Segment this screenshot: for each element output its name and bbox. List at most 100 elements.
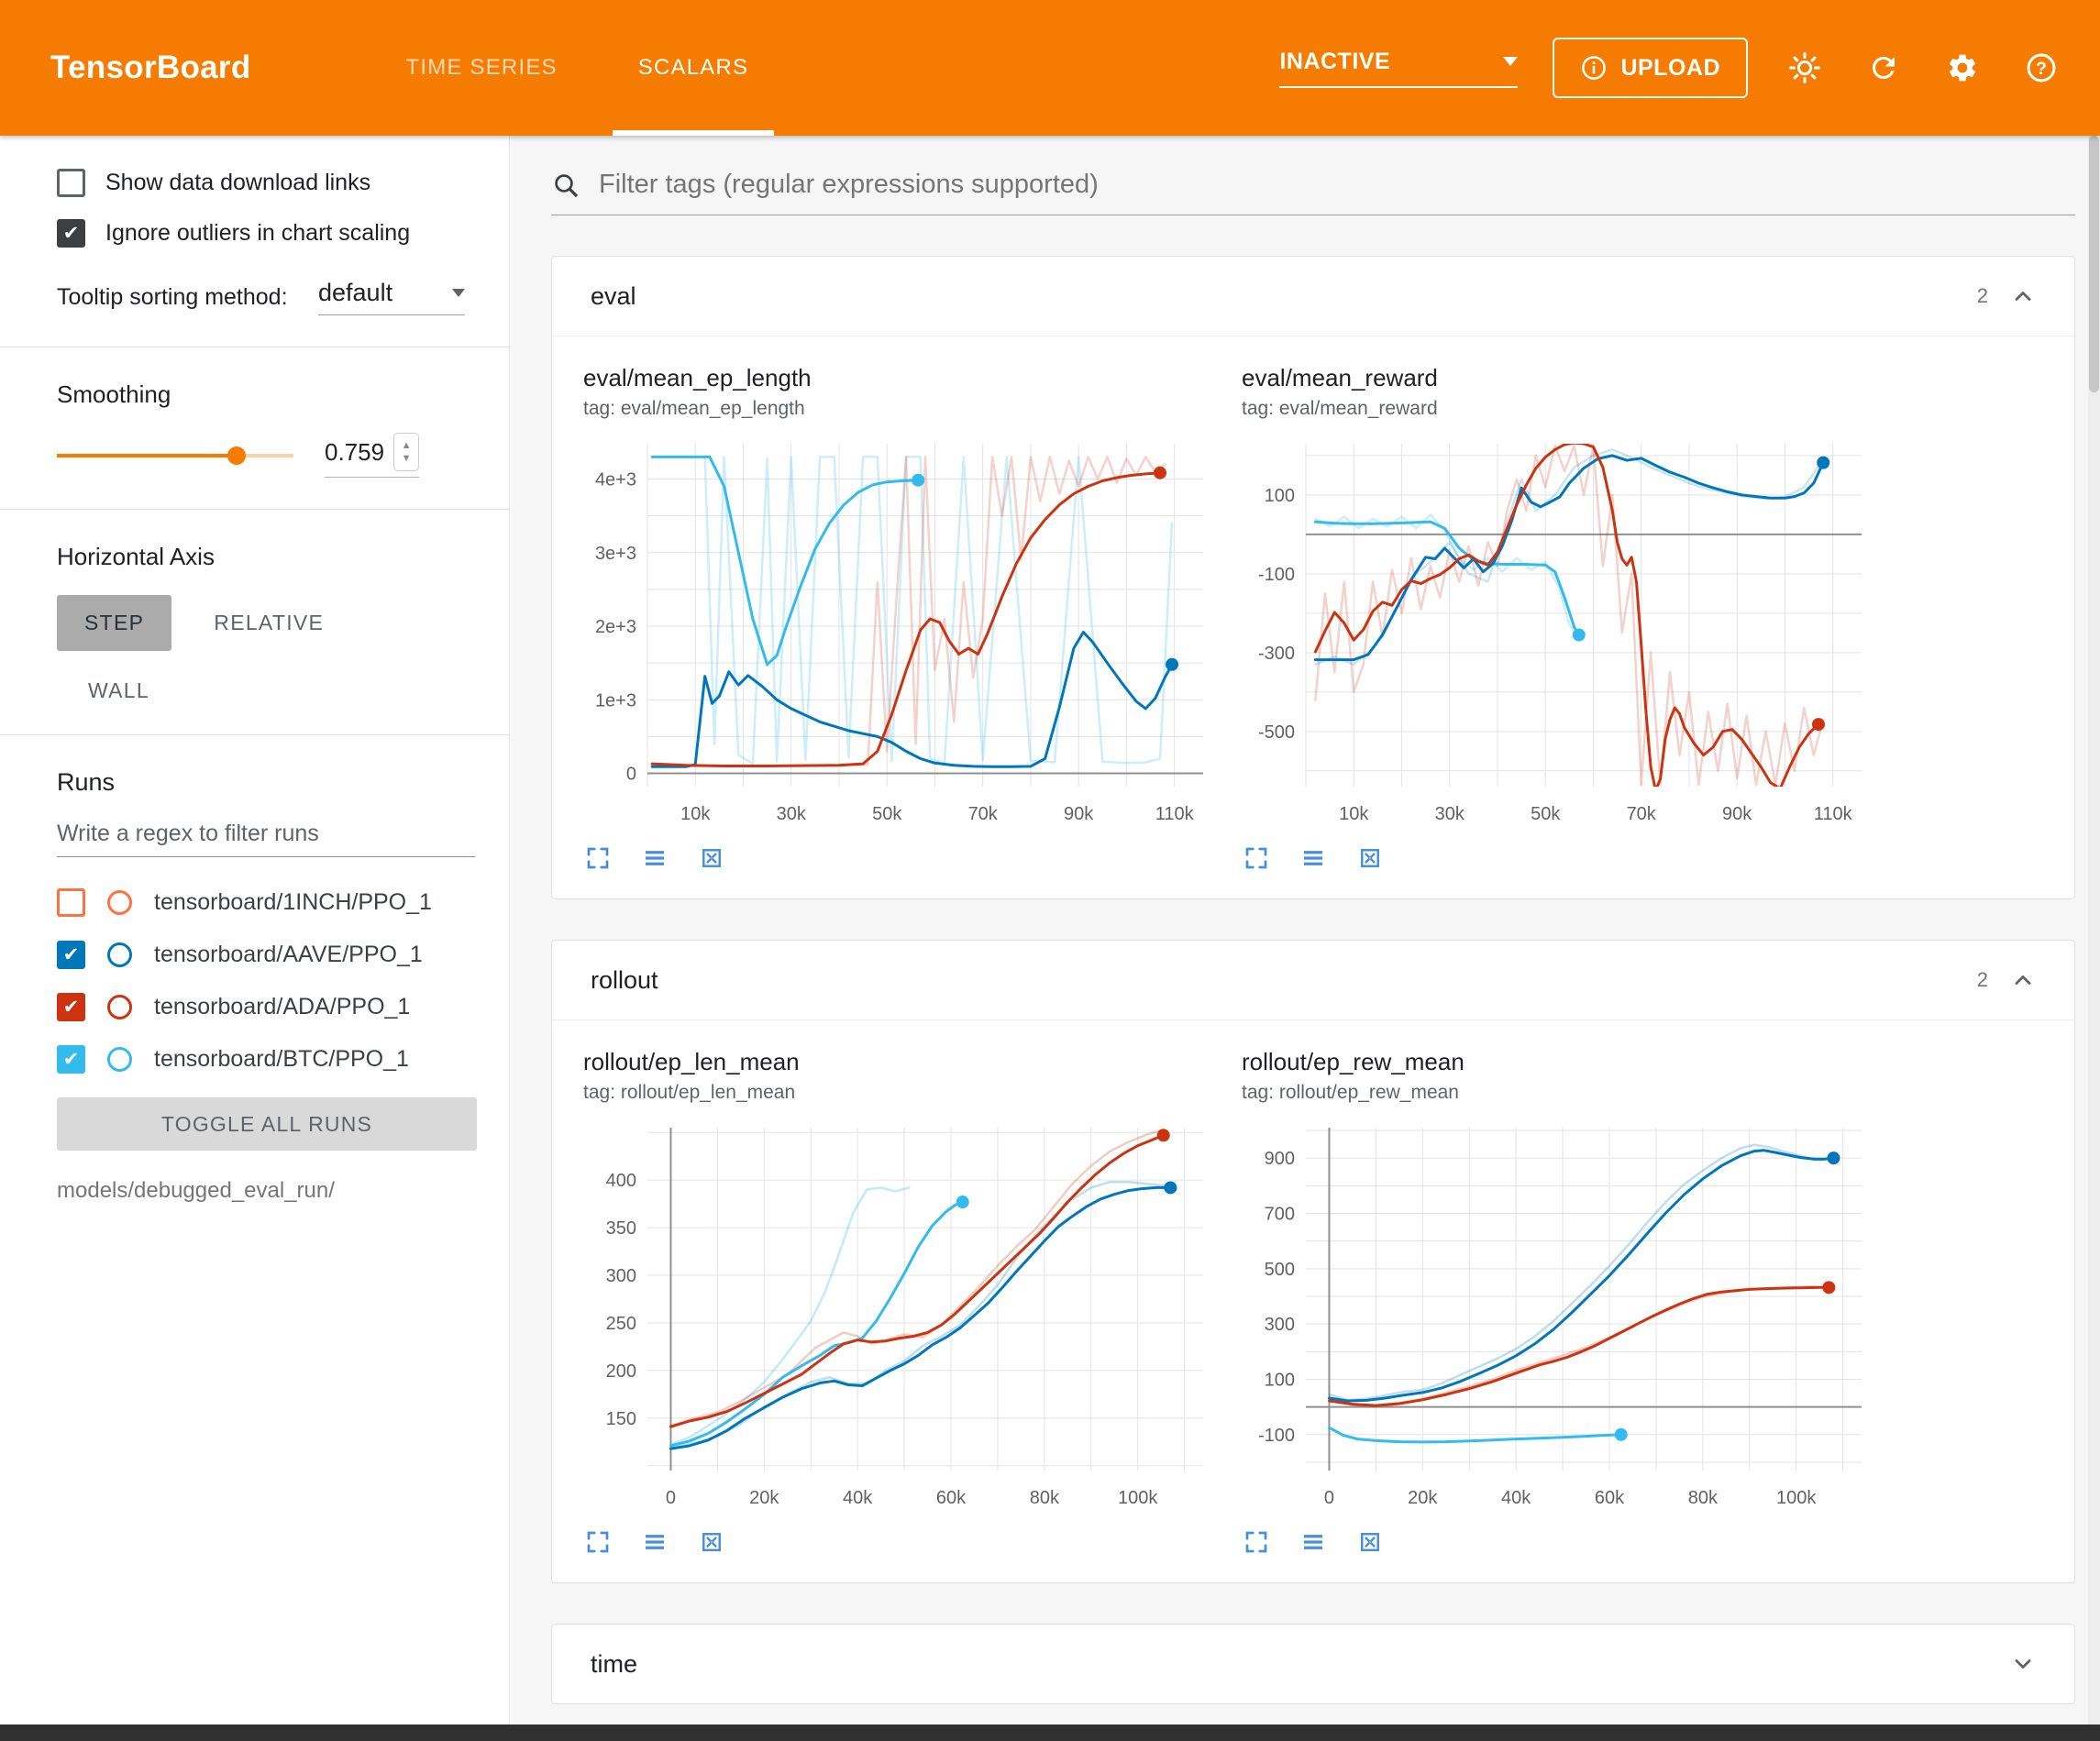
expand-chart-button[interactable] [1242, 1527, 1271, 1557]
runs-block: Runs tensorboard/1INCH/PPO_1 tensorboard… [0, 735, 509, 1235]
chart-toolbar [1242, 1527, 1874, 1557]
run-checkbox[interactable] [57, 888, 85, 917]
svg-text:20k: 20k [749, 1488, 779, 1508]
svg-text:40k: 40k [1501, 1488, 1531, 1508]
app-header: TensorBoard TIME SERIES SCALARS INACTIVE… [0, 0, 2100, 136]
view-data-button[interactable] [1299, 843, 1328, 873]
section-rollout-header[interactable]: rollout 2 [552, 941, 2074, 1019]
step-down-icon[interactable]: ▼ [402, 452, 412, 465]
svg-text:90k: 90k [1722, 804, 1752, 824]
chart-title: eval/mean_reward [1242, 364, 1874, 392]
view-data-button[interactable] [640, 1527, 669, 1557]
fit-domain-button[interactable] [697, 1527, 726, 1557]
view-data-button[interactable] [1299, 1527, 1328, 1557]
toggle-all-runs-button[interactable]: TOGGLE ALL RUNS [57, 1097, 477, 1151]
smoothing-slider[interactable] [57, 439, 293, 472]
runs-filter-input[interactable] [57, 821, 475, 857]
chart-canvas[interactable]: 10k30k50k70k90k110k100-100-300-500 [1232, 429, 1874, 832]
svg-text:10k: 10k [1339, 804, 1369, 824]
run-color-swatch[interactable] [107, 995, 132, 1019]
slider-thumb[interactable] [227, 446, 246, 465]
fit-domain-button[interactable] [1355, 1527, 1385, 1557]
wall-axis-button[interactable]: WALL [88, 678, 149, 703]
run-color-swatch[interactable] [107, 890, 132, 915]
chart-canvas[interactable]: 10k30k50k70k90k110k01e+32e+33e+34e+3 [574, 429, 1216, 832]
data-table-icon [1299, 1528, 1327, 1556]
settings-button[interactable] [1940, 46, 1984, 90]
section-eval-header[interactable]: eval 2 [552, 257, 2074, 336]
run-checkbox[interactable] [57, 941, 85, 969]
info-icon [1580, 54, 1608, 82]
data-table-icon [1299, 844, 1327, 872]
svg-text:60k: 60k [936, 1488, 967, 1508]
svg-text:250: 250 [606, 1314, 636, 1334]
expand-icon [1243, 1528, 1270, 1556]
header-actions: INACTIVE UPLOAD [1279, 0, 2063, 136]
section-time-header[interactable]: time [552, 1625, 2074, 1703]
help-button[interactable]: ? [2019, 46, 2063, 90]
run-checkbox[interactable] [57, 1045, 85, 1074]
run-color-swatch[interactable] [107, 1047, 132, 1072]
expand-icon [1243, 844, 1270, 872]
svg-text:3e+3: 3e+3 [595, 544, 636, 564]
scrollbar[interactable] [2088, 136, 2100, 1724]
run-row-1inch[interactable]: tensorboard/1INCH/PPO_1 [57, 888, 472, 917]
scrollbar-thumb[interactable] [2089, 136, 2099, 392]
step-up-icon[interactable]: ▲ [402, 439, 412, 452]
tensorboard-app: TensorBoard TIME SERIES SCALARS INACTIVE… [0, 0, 2100, 1741]
step-axis-button[interactable]: STEP [57, 595, 171, 651]
smoothing-value: 0.759 [325, 438, 384, 467]
expand-icon [584, 1528, 612, 1556]
chart-tag: tag: rollout/ep_rew_mean [1242, 1082, 1874, 1104]
expand-chart-button[interactable] [583, 843, 613, 873]
relative-axis-button[interactable]: RELATIVE [214, 611, 324, 635]
fit-domain-button[interactable] [1355, 843, 1385, 873]
ignore-outliers-checkbox[interactable]: Ignore outliers in chart scaling [57, 219, 472, 248]
tag-filter-input[interactable] [597, 169, 2075, 201]
run-color-swatch[interactable] [107, 942, 132, 967]
eval-charts: eval/mean_ep_length tag: eval/mean_ep_le… [552, 336, 2074, 898]
chart-rollout-ep-len-mean: rollout/ep_len_mean tag: rollout/ep_len_… [574, 1044, 1216, 1557]
svg-text:2e+3: 2e+3 [595, 617, 636, 637]
show-download-links-checkbox[interactable]: Show data download links [57, 169, 472, 197]
fit-domain-button[interactable] [697, 843, 726, 873]
svg-text:90k: 90k [1064, 804, 1094, 824]
tab-time-series[interactable]: TIME SERIES [366, 0, 598, 136]
chevron-up-icon[interactable] [2010, 967, 2036, 993]
fit-domain-icon [1356, 844, 1384, 872]
chevron-down-icon [452, 289, 465, 297]
chevron-up-icon[interactable] [2010, 283, 2036, 309]
help-icon: ? [2025, 51, 2058, 84]
expand-chart-button[interactable] [583, 1527, 613, 1557]
run-label: tensorboard/ADA/PPO_1 [154, 994, 410, 1020]
refresh-button[interactable] [1862, 46, 1906, 90]
svg-text:100: 100 [1265, 1370, 1295, 1390]
status-label: INACTIVE [1279, 49, 1390, 75]
run-label: tensorboard/1INCH/PPO_1 [154, 889, 432, 916]
chevron-down-icon [1503, 57, 1518, 66]
refresh-icon [1867, 51, 1900, 84]
run-row-ada[interactable]: tensorboard/ADA/PPO_1 [57, 993, 472, 1021]
smoothing-block: Smoothing 0.759 ▲▼ [0, 347, 509, 510]
run-row-btc[interactable]: tensorboard/BTC/PPO_1 [57, 1045, 472, 1074]
chart-canvas[interactable]: 020k40k60k80k100k150200250300350400 [574, 1113, 1216, 1516]
tooltip-sorting-select[interactable]: default [318, 279, 465, 315]
svg-text:50k: 50k [1531, 804, 1561, 824]
horizontal-axis-label: Horizontal Axis [57, 543, 472, 571]
tag-filter[interactable] [551, 169, 2075, 215]
svg-text:0: 0 [1324, 1488, 1334, 1508]
expand-chart-button[interactable] [1242, 843, 1271, 873]
view-data-button[interactable] [640, 843, 669, 873]
chart-canvas[interactable]: 020k40k60k80k100k-100100300500700900 [1232, 1113, 1874, 1516]
brightness-toggle-button[interactable] [1783, 46, 1827, 90]
chevron-down-icon[interactable] [2010, 1651, 2036, 1677]
stepper-buttons[interactable]: ▲▼ [393, 433, 419, 471]
status-dropdown[interactable]: INACTIVE [1279, 49, 1518, 88]
run-checkbox[interactable] [57, 993, 85, 1021]
svg-text:-100: -100 [1258, 565, 1295, 585]
tab-scalars[interactable]: SCALARS [598, 0, 789, 136]
smoothing-value-input[interactable]: 0.759 ▲▼ [325, 433, 419, 478]
chart-eval-mean-ep-length: eval/mean_ep_length tag: eval/mean_ep_le… [574, 360, 1216, 873]
run-row-aave[interactable]: tensorboard/AAVE/PPO_1 [57, 941, 472, 969]
upload-button[interactable]: UPLOAD [1553, 38, 1748, 98]
